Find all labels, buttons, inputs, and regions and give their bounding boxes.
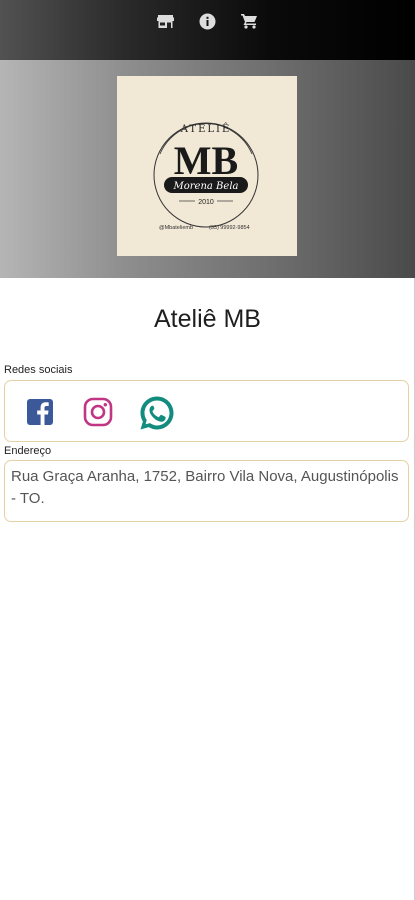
social-links-box bbox=[4, 380, 409, 442]
logo-footer-left: @Mbateliemb bbox=[159, 225, 193, 231]
social-section-label: Redes sociais bbox=[4, 364, 73, 376]
instagram-icon[interactable] bbox=[81, 395, 115, 429]
store-title: Ateliê MB bbox=[154, 305, 261, 333]
whatsapp-icon[interactable] bbox=[139, 395, 174, 430]
logo-footer-right: (33) 99992-9854 bbox=[209, 225, 250, 231]
logo-script-text: Morena Bela bbox=[173, 181, 239, 192]
cart-icon[interactable] bbox=[240, 11, 260, 31]
store-logo: ATELIÊ MB Morena Bela 2010 @Mbateliemb (… bbox=[117, 76, 297, 256]
logo-monogram: MB bbox=[174, 138, 238, 183]
logo-year: 2010 bbox=[198, 199, 214, 206]
address-text: Rua Graça Aranha, 1752, Bairro Vila Nova… bbox=[11, 468, 399, 507]
info-icon[interactable] bbox=[198, 11, 218, 31]
top-navigation-bar bbox=[0, 0, 415, 60]
store-icon[interactable] bbox=[156, 11, 176, 31]
address-section-label: Endereço bbox=[4, 445, 52, 457]
facebook-icon[interactable] bbox=[23, 395, 57, 429]
logo-top-text: ATELIÊ bbox=[180, 123, 232, 135]
address-box: Rua Graça Aranha, 1752, Bairro Vila Nova… bbox=[4, 460, 409, 522]
